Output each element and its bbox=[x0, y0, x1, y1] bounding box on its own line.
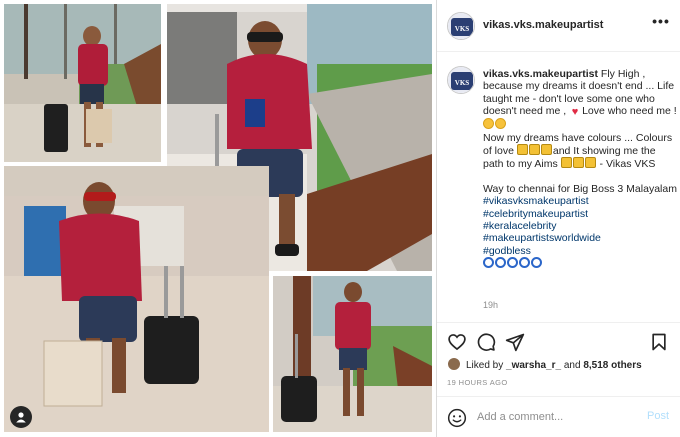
heart-icon bbox=[448, 334, 466, 351]
circle-emoji-icon bbox=[507, 257, 518, 269]
caption-text-3: Way to chennai for Big Boss 3 Malayalam bbox=[483, 182, 677, 195]
heart-emoji-icon: ♥ bbox=[571, 106, 579, 119]
hashtag-link[interactable]: #keralacelebrity bbox=[483, 220, 557, 232]
caption-signature: - Vikas VKS bbox=[596, 158, 656, 171]
caption-username[interactable]: vikas.vks.makeupartist bbox=[483, 68, 598, 80]
likes-middle: and bbox=[561, 360, 584, 371]
caption-area: VKS vikas.vks.makeupartist Fly High , be… bbox=[437, 53, 680, 321]
share-icon bbox=[505, 333, 525, 352]
post-header: VKS vikas.vks.makeupartist ••• bbox=[437, 0, 680, 52]
circle-emoji-icon bbox=[531, 257, 542, 269]
user-icon bbox=[16, 412, 26, 423]
caption-time[interactable]: 19h bbox=[483, 300, 498, 310]
photo-wheeling-suitcase bbox=[273, 276, 432, 432]
hashtag-link[interactable]: #godbless bbox=[483, 245, 531, 257]
post-author-username[interactable]: vikas.vks.makeupartist bbox=[483, 19, 603, 31]
post-caption: vikas.vks.makeupartist Fly High , becaus… bbox=[483, 68, 677, 271]
hashtag-link[interactable]: #vikasvksmakeupartist bbox=[483, 195, 589, 207]
circle-emoji-icon bbox=[495, 257, 506, 269]
sparkle-emoji-icon bbox=[584, 157, 596, 169]
comment-button[interactable] bbox=[476, 332, 496, 352]
photo-airport-walking bbox=[4, 4, 161, 162]
liker-avatar[interactable] bbox=[447, 357, 461, 371]
smiley-icon[interactable] bbox=[447, 408, 467, 428]
caption-text-1-end: Love who need me ! bbox=[582, 105, 677, 118]
comment-icon bbox=[477, 333, 496, 351]
likes-prefix: Liked by bbox=[466, 360, 507, 371]
comment-bar: Post bbox=[437, 396, 680, 437]
post-actions bbox=[437, 322, 680, 358]
sparkle-emoji-icon bbox=[572, 157, 584, 169]
circle-emoji-icon bbox=[519, 257, 530, 269]
share-button[interactable] bbox=[505, 332, 525, 352]
likes-count[interactable]: 8,518 others bbox=[583, 360, 641, 371]
post-comment-button[interactable]: Post bbox=[647, 410, 669, 422]
post-details-panel: VKS vikas.vks.makeupartist ••• VKS vikas… bbox=[436, 0, 680, 437]
save-button[interactable] bbox=[649, 332, 669, 352]
comment-input[interactable] bbox=[477, 409, 627, 425]
likes-summary: Liked by _warsha_r_ and 8,518 others bbox=[447, 357, 677, 373]
like-button[interactable] bbox=[447, 332, 467, 352]
circle-emoji-icon bbox=[483, 257, 494, 269]
liker-username[interactable]: _warsha_r_ bbox=[506, 360, 561, 371]
more-options-icon[interactable]: ••• bbox=[651, 14, 671, 32]
sparkle-emoji-icon bbox=[516, 144, 528, 156]
sparkle-emoji-icon bbox=[560, 157, 572, 169]
hashtag-link[interactable]: #makeupartistsworldwide bbox=[483, 232, 601, 244]
post-timestamp[interactable]: 19 HOURS AGO bbox=[447, 378, 508, 387]
svg-text:VKS: VKS bbox=[455, 79, 470, 87]
avatar[interactable]: VKS bbox=[447, 12, 475, 40]
smile-emoji-icon bbox=[495, 118, 506, 130]
svg-text:VKS: VKS bbox=[455, 25, 470, 33]
photo-with-suitcase bbox=[4, 166, 269, 432]
bookmark-icon bbox=[652, 333, 666, 351]
tagged-user-button[interactable] bbox=[10, 406, 32, 428]
smile-emoji-icon bbox=[483, 118, 494, 130]
caption-avatar[interactable]: VKS bbox=[447, 66, 475, 94]
hashtag-link[interactable]: #celebritymakeupartist bbox=[483, 208, 588, 220]
sparkle-emoji-icon bbox=[528, 144, 540, 156]
sparkle-emoji-icon bbox=[540, 144, 552, 156]
post-image-collage[interactable] bbox=[0, 0, 435, 437]
